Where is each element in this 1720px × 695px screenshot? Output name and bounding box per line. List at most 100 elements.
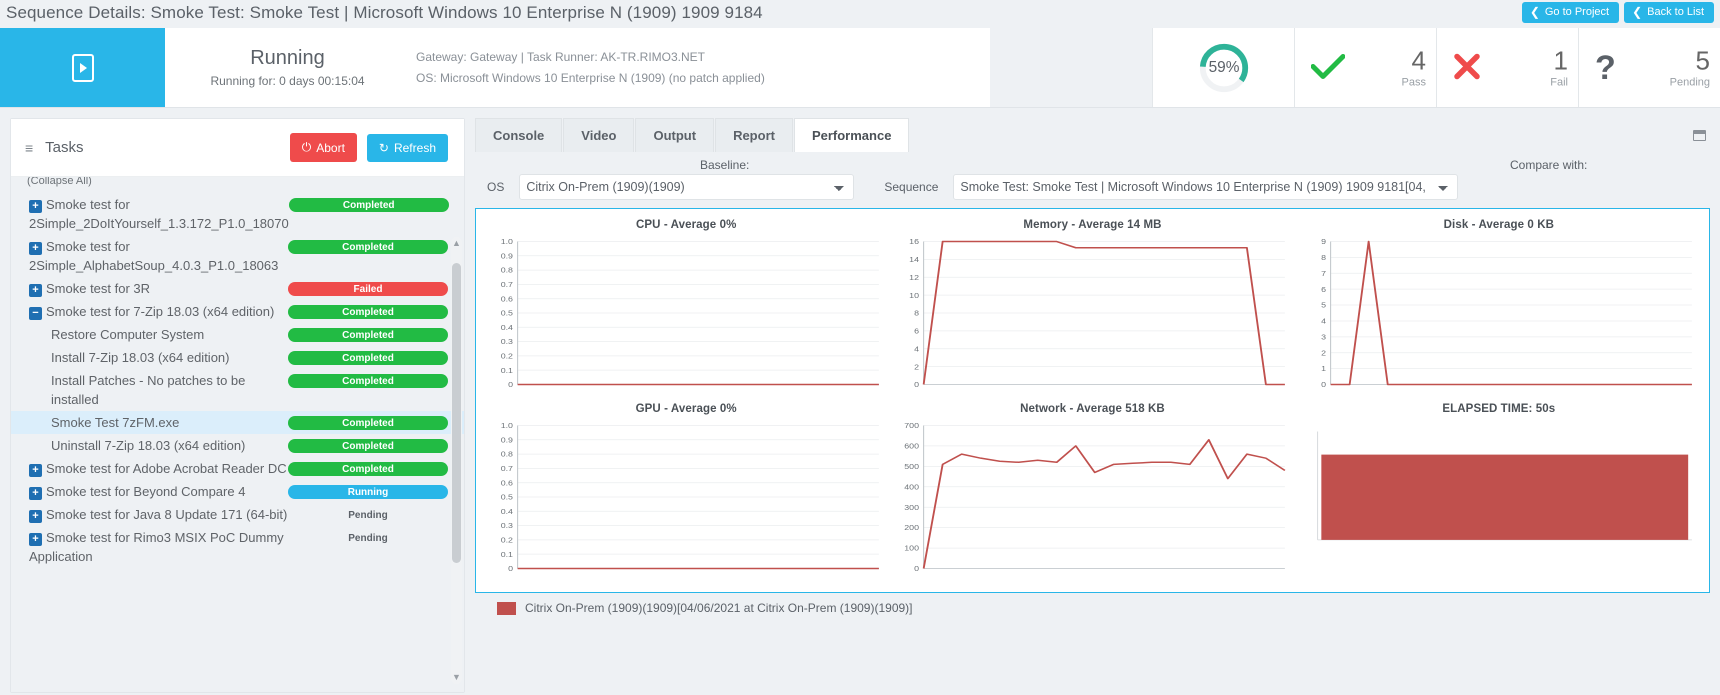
tasks-list: + Smoke test for 2Simple_2DoItYourself_1.… [11, 193, 464, 568]
tab-performance[interactable]: Performance [793, 118, 910, 152]
gateway-info: Gateway: Gateway | Task Runner: AK-TR.RI… [410, 28, 990, 107]
os-selector-label: OS [487, 180, 505, 194]
metric-fail: 1 Fail [1436, 28, 1578, 107]
sequence-select[interactable]: Smoke Test: Smoke Test | Microsoft Windo… [953, 174, 1459, 200]
task-row[interactable]: Uninstall 7-Zip 18.03 (x64 edition) Compl… [11, 434, 464, 457]
svg-text:0.6: 0.6 [501, 295, 514, 303]
task-row[interactable]: + Smoke test for 2Simple_AlphabetSoup_4.0… [11, 235, 464, 277]
expand-icon[interactable]: + [29, 464, 42, 477]
chart-title: GPU - Average 0% [635, 403, 737, 415]
tasks-scroll-area[interactable]: (Collapse All) + Smoke test for 2Simple_2… [11, 177, 464, 692]
svg-text:600: 600 [905, 442, 920, 450]
titlebar-actions: ❮ Go to Project ❮ Back to List [1521, 2, 1714, 23]
window-titlebar: Sequence Details: Smoke Test: Smoke Test… [0, 0, 1720, 26]
task-row[interactable]: + Smoke test for Java 8 Update 171 (64-bi… [11, 503, 464, 526]
status-badge: Completed [288, 198, 449, 212]
status-badge: Pending [288, 508, 448, 522]
svg-text:0.9: 0.9 [501, 252, 514, 260]
status-badge-text: Failed [353, 283, 383, 295]
tasks-scrollbar-thumb[interactable] [452, 263, 461, 563]
task-row[interactable]: + Smoke test for 3R Failed [11, 277, 464, 300]
chevron-left-icon: ❮ [1632, 5, 1643, 19]
svg-text:1.0: 1.0 [501, 238, 514, 246]
baseline-caption: Baseline: [700, 158, 750, 172]
task-row[interactable]: + Smoke test for Beyond Compare 4 Running [11, 480, 464, 503]
progress-percent-label: 59% [1208, 58, 1239, 75]
status-badge-text: Completed [342, 417, 394, 429]
back-to-list-button[interactable]: ❮ Back to List [1624, 2, 1714, 23]
svg-text:0: 0 [914, 381, 919, 389]
status-badge-text: Pending [348, 509, 388, 521]
chevron-left-icon: ❮ [1529, 5, 1540, 19]
collapse-icon[interactable]: − [29, 307, 42, 320]
svg-text:0.3: 0.3 [501, 338, 514, 346]
expand-icon[interactable]: + [29, 284, 42, 297]
svg-text:3: 3 [1321, 333, 1326, 341]
task-label-text: Smoke test for 3R [46, 281, 151, 296]
task-row[interactable]: Smoke Test 7zFM.exe Completed [11, 411, 464, 434]
pending-label: Pending [1669, 76, 1710, 88]
task-row[interactable]: Install Patches - No patches to be insta… [11, 369, 464, 411]
task-row[interactable]: Install 7-Zip 18.03 (x64 edition) Complet… [11, 346, 464, 369]
status-badge: Completed [288, 462, 448, 476]
expand-icon[interactable]: + [29, 200, 42, 213]
chart-cell: GPU - Average 0% 0 0.1 0.2 0.3 0.4 0.5 0.6 0.7 0.… [486, 399, 886, 583]
svg-text:200: 200 [905, 524, 920, 532]
performance-charts: CPU - Average 0% 0 0.1 0.2 0.3 0.4 0.5 0.6 0.7 0.… [475, 208, 1710, 593]
task-label-text: Install Patches - No patches to be insta… [51, 373, 246, 407]
progress-donut-svg: 59% [1199, 43, 1248, 92]
chart-plot-area [1299, 421, 1699, 579]
go-to-project-button[interactable]: ❮ Go to Project [1521, 2, 1620, 23]
task-label: + Smoke test for Adobe Acrobat Reader DC [21, 459, 288, 478]
run-elapsed-label: Running for: 0 days 00:15:04 [210, 74, 365, 88]
task-row[interactable]: + Smoke test for Adobe Acrobat Reader DC C… [11, 457, 464, 480]
tasks-scrollbar[interactable]: ▲ ▼ [451, 237, 462, 684]
compare-caption: Compare with: [1510, 158, 1588, 172]
status-badge-text: Completed [342, 199, 395, 211]
expand-icon[interactable]: + [29, 510, 42, 523]
tab-output[interactable]: Output [635, 118, 715, 152]
status-badge: Completed [288, 439, 448, 453]
svg-text:0.2: 0.2 [501, 352, 514, 360]
chart-plot-area: 0 0.1 0.2 0.3 0.4 0.5 0.6 0.7 0.8 0.9 1.0 [486, 237, 886, 395]
chart-title: ELAPSED TIME: 50s [1442, 403, 1556, 415]
svg-text:4: 4 [914, 345, 919, 353]
sequence-selector-group: Sequence Smoke Test: Smoke Test | Micros… [884, 174, 1459, 200]
task-row[interactable]: + Smoke test for 2Simple_2DoItYourself_1.… [11, 193, 464, 235]
scroll-down-icon[interactable]: ▼ [451, 671, 462, 684]
chart-plot-area: 0 0.1 0.2 0.3 0.4 0.5 0.6 0.7 0.8 0.9 1.0 [486, 421, 886, 579]
tasks-header: ≡ Tasks ⏻ Abort ↻ Refresh [11, 119, 464, 177]
expand-icon[interactable]: + [29, 487, 42, 500]
expand-icon[interactable]: + [29, 242, 42, 255]
expand-icon[interactable]: + [29, 533, 42, 546]
status-badge: Completed [288, 416, 448, 430]
check-icon [1310, 53, 1346, 82]
os-select[interactable]: Citrix On-Prem (1909)(1909) [519, 174, 855, 200]
legend-color-swatch [497, 601, 516, 615]
task-label-text: Smoke test for Beyond Compare 4 [46, 484, 246, 499]
question-icon: ? [1595, 48, 1616, 87]
refresh-button[interactable]: ↻ Refresh [366, 133, 448, 162]
tab-console[interactable]: Console [475, 118, 563, 152]
scroll-up-icon[interactable]: ▲ [451, 237, 462, 250]
abort-button[interactable]: ⏻ Abort [289, 133, 357, 162]
status-badge: Running [288, 485, 448, 499]
run-state-label: Running [250, 47, 325, 69]
tab-report[interactable]: Report [715, 118, 793, 152]
svg-text:12: 12 [909, 274, 919, 282]
task-row[interactable]: − Smoke test for 7-Zip 18.03 (x64 edition… [11, 300, 464, 323]
task-label: Restore Computer System [21, 325, 288, 344]
svg-text:4: 4 [1321, 317, 1326, 325]
tab-video[interactable]: Video [563, 118, 635, 152]
list-icon: ≡ [25, 139, 34, 156]
chart-plot-area: 0 100 200 300 400 500 600 700 [892, 421, 1292, 579]
pass-count: 4 [1411, 45, 1426, 75]
fail-count: 1 [1553, 45, 1568, 75]
tab-label: Console [493, 128, 545, 143]
task-row[interactable]: + Smoke test for Rimo3 MSIX PoC Dummy App… [11, 526, 464, 568]
svg-text:2: 2 [1321, 349, 1326, 357]
task-row[interactable]: Restore Computer System Completed [11, 323, 464, 346]
collapse-all-link[interactable]: (Collapse All) [11, 177, 464, 189]
task-label: + Smoke test for Java 8 Update 171 (64-bi… [21, 505, 288, 524]
task-label-text: Smoke Test 7zFM.exe [51, 415, 180, 430]
